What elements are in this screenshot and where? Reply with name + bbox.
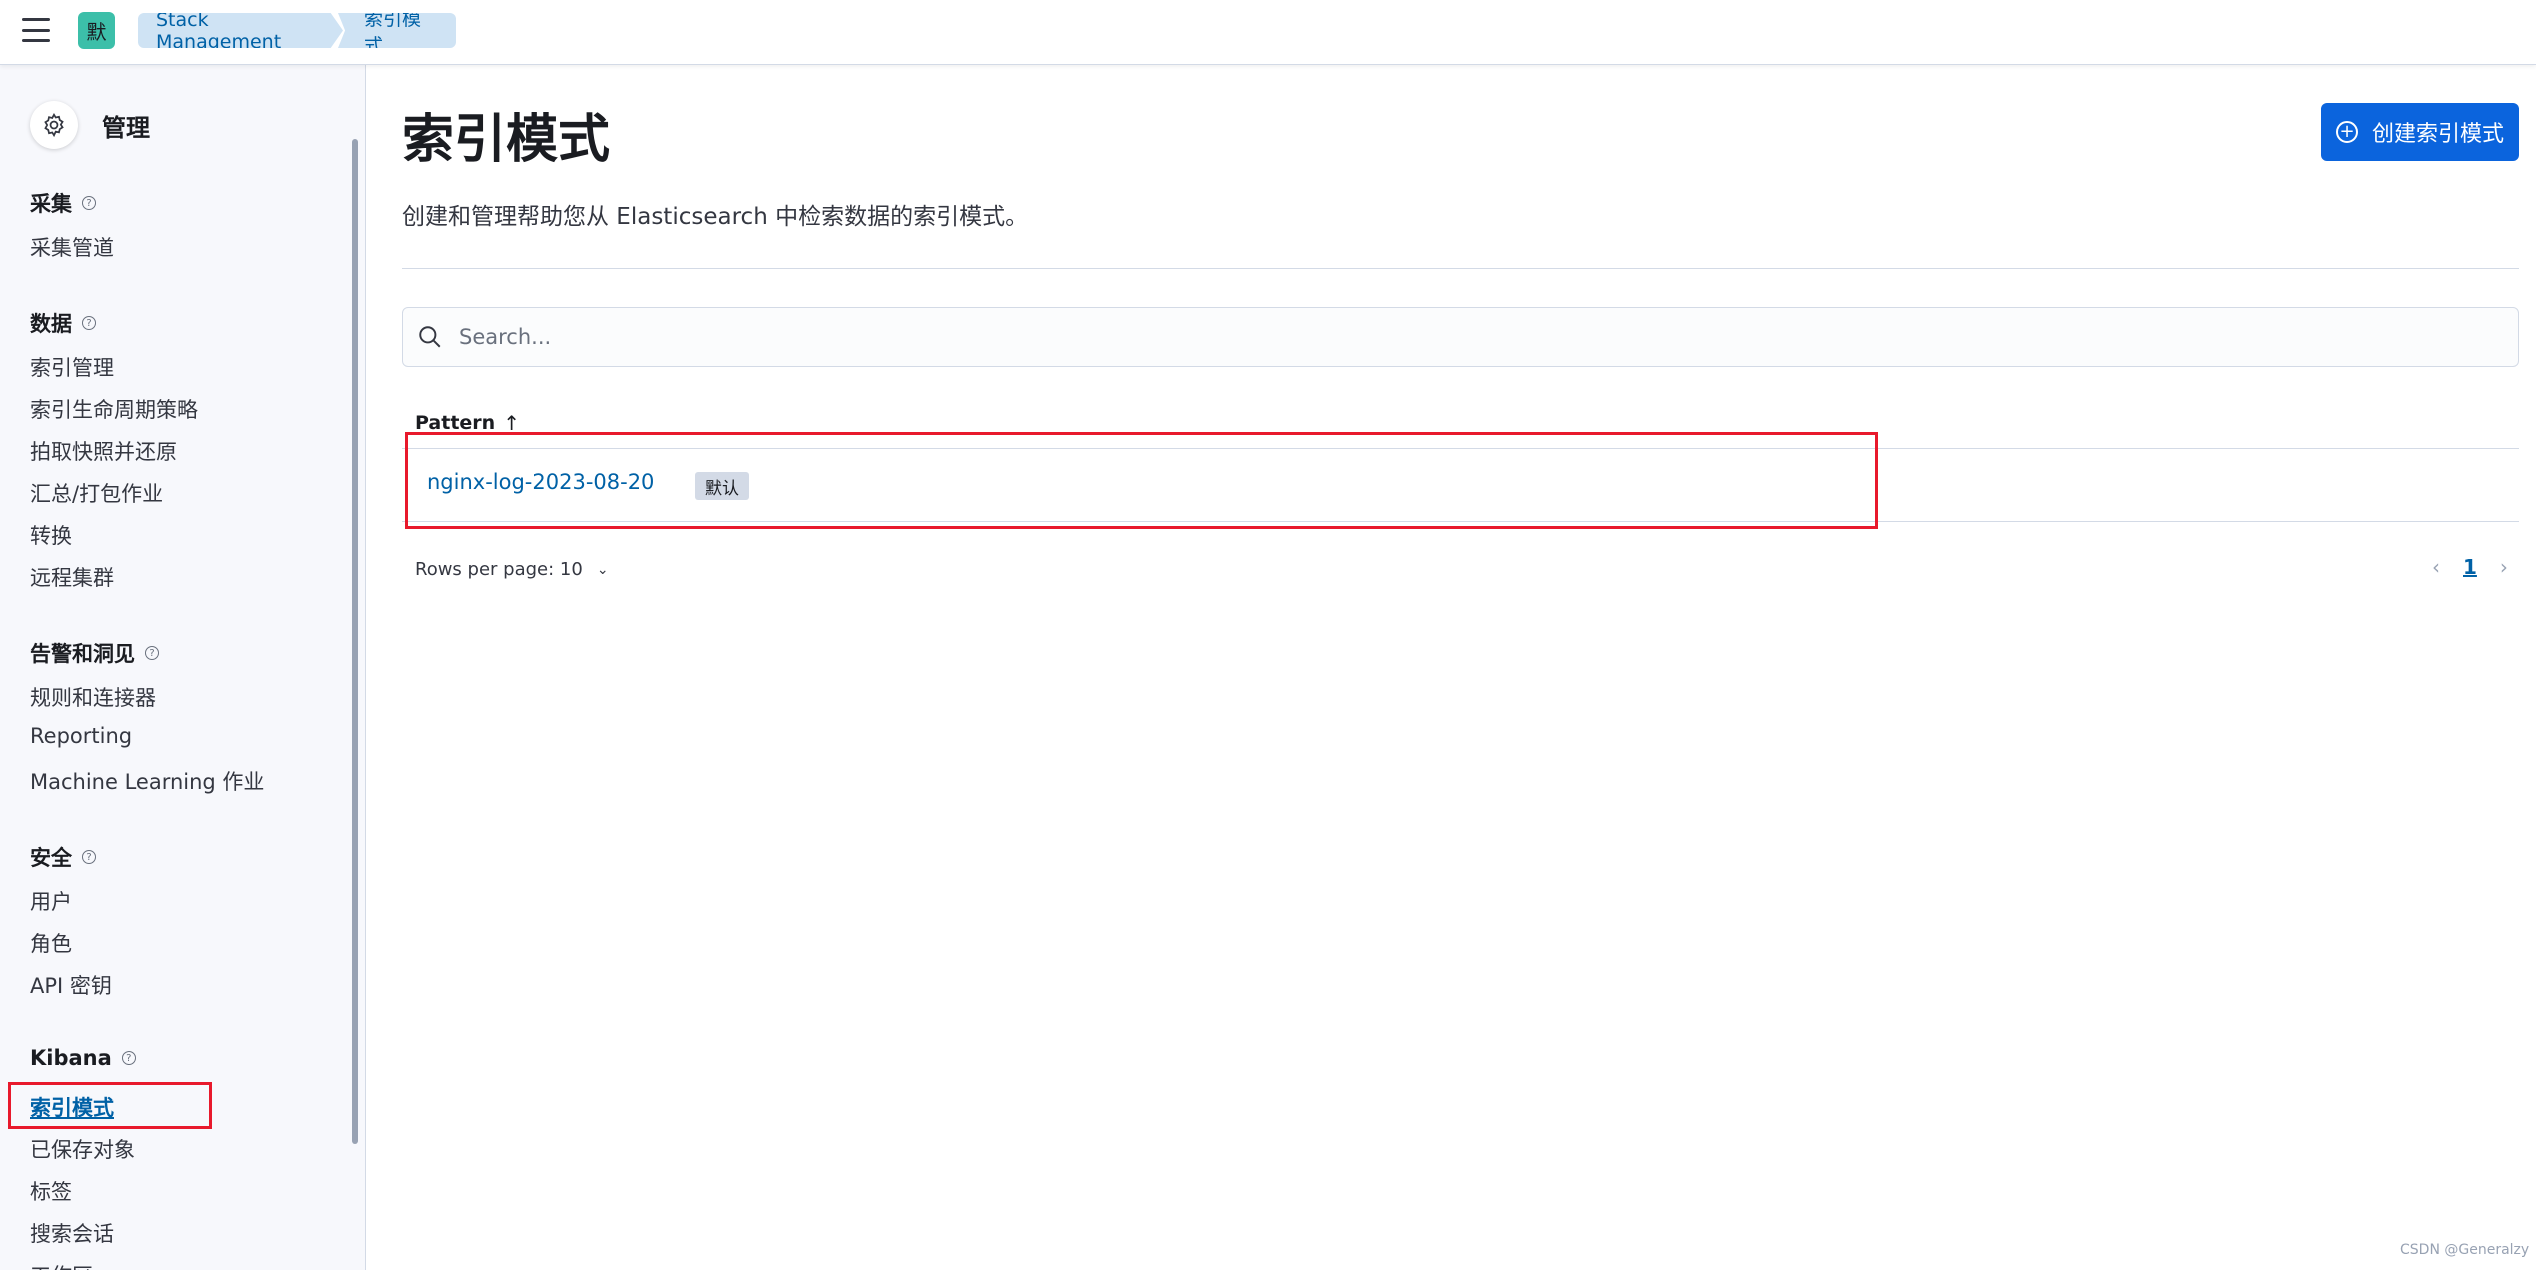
sidebar-item-spaces[interactable]: 工作区 xyxy=(30,1260,93,1270)
page-number-button[interactable]: 1 xyxy=(2463,555,2477,579)
sidebar-item-index-management[interactable]: 索引管理 xyxy=(30,352,114,382)
sidebar-item-rules-connectors[interactable]: 规则和连接器 xyxy=(30,682,156,712)
sidebar-item-reporting[interactable]: Reporting xyxy=(30,724,132,748)
plus-circle-icon: + xyxy=(2335,121,2358,143)
table-row-divider xyxy=(402,521,2519,522)
pagination: ‹ 1 › xyxy=(2423,555,2517,579)
sidebar: 管理 采集? 采集管道 数据? 索引管理 索引生命周期策略 拍取快照并还原 汇总… xyxy=(0,65,366,1270)
sidebar-item-api-keys[interactable]: API 密钥 xyxy=(30,970,112,1000)
breadcrumb-stack-management[interactable]: Stack Management xyxy=(138,13,343,48)
previous-page-icon[interactable]: ‹ xyxy=(2423,555,2449,579)
column-header-label: Pattern xyxy=(415,412,496,434)
sidebar-item-ml-jobs[interactable]: Machine Learning 作业 xyxy=(30,766,264,796)
header-divider xyxy=(402,268,2519,269)
top-header: 默 Stack Management 索引模式 xyxy=(0,0,2536,65)
page-description: 创建和管理帮助您从 Elasticsearch 中检索数据的索引模式。 xyxy=(402,204,1029,230)
group-title-alerts-insights: 告警和洞见? xyxy=(30,638,159,668)
rows-per-page-selector[interactable]: Rows per page: 10 ⌄ xyxy=(415,559,609,580)
sidebar-item-transforms[interactable]: 转换 xyxy=(30,520,72,550)
sidebar-item-remote-clusters[interactable]: 远程集群 xyxy=(30,562,114,592)
sidebar-scrollbar[interactable] xyxy=(352,139,358,1144)
sidebar-item-search-sessions[interactable]: 搜索会话 xyxy=(30,1218,114,1248)
sidebar-item-snapshot-restore[interactable]: 拍取快照并还原 xyxy=(30,436,177,466)
search-icon xyxy=(419,326,441,348)
default-badge: 默认 xyxy=(695,472,749,500)
sidebar-item-index-patterns[interactable]: 索引模式 xyxy=(30,1092,114,1122)
create-index-pattern-button[interactable]: + 创建索引模式 xyxy=(2321,103,2519,161)
create-button-label: 创建索引模式 xyxy=(2371,122,2504,147)
group-title-kibana: Kibana? xyxy=(30,1046,136,1070)
gear-icon xyxy=(30,101,78,149)
space-avatar[interactable]: 默 xyxy=(78,12,115,49)
help-icon[interactable]: ? xyxy=(82,196,96,210)
table-row-divider xyxy=(402,448,2519,449)
index-pattern-link[interactable]: nginx-log-2023-08-20 xyxy=(427,470,654,494)
breadcrumb-index-patterns: 索引模式 xyxy=(338,13,456,48)
sidebar-item-rollup-jobs[interactable]: 汇总/打包作业 xyxy=(30,478,163,508)
watermark: CSDN @Generalzy xyxy=(2400,1242,2530,1258)
rows-per-page-label: Rows per page: 10 xyxy=(415,559,583,580)
help-icon[interactable]: ? xyxy=(82,850,96,864)
sidebar-item-ingest-pipelines[interactable]: 采集管道 xyxy=(30,232,114,262)
group-title-security: 安全? xyxy=(30,842,96,872)
page-title: 索引模式 xyxy=(402,110,611,170)
search-box[interactable] xyxy=(402,307,2519,367)
sidebar-item-saved-objects[interactable]: 已保存对象 xyxy=(30,1134,135,1164)
sidebar-header: 管理 xyxy=(30,101,150,149)
chevron-down-icon: ⌄ xyxy=(596,561,609,578)
sidebar-item-tags[interactable]: 标签 xyxy=(30,1176,72,1206)
sidebar-item-ilm-policies[interactable]: 索引生命周期策略 xyxy=(30,394,198,424)
column-header-pattern[interactable]: Pattern ↑ xyxy=(415,411,520,435)
main-content: 索引模式 + 创建索引模式 创建和管理帮助您从 Elasticsearch 中检… xyxy=(367,65,2536,1270)
search-input[interactable] xyxy=(457,324,2457,350)
next-page-icon[interactable]: › xyxy=(2491,555,2517,579)
group-title-data: 数据? xyxy=(30,308,96,338)
help-icon[interactable]: ? xyxy=(82,316,96,330)
menu-icon[interactable] xyxy=(22,18,50,42)
sidebar-item-users[interactable]: 用户 xyxy=(30,886,72,916)
sidebar-item-roles[interactable]: 角色 xyxy=(30,928,72,958)
help-icon[interactable]: ? xyxy=(121,1051,136,1065)
sort-ascending-icon: ↑ xyxy=(503,411,520,435)
group-title-ingest: 采集? xyxy=(30,188,96,218)
sidebar-title: 管理 xyxy=(102,113,150,142)
help-icon[interactable]: ? xyxy=(145,646,159,660)
